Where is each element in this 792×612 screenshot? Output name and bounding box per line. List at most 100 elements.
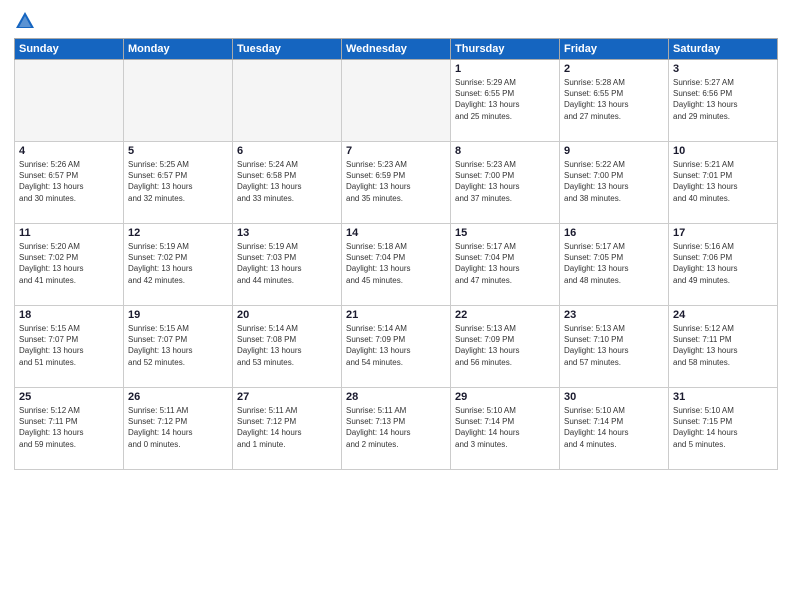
day-info: Sunrise: 5:10 AM Sunset: 7:14 PM Dayligh…: [455, 405, 555, 450]
calendar-cell: 19Sunrise: 5:15 AM Sunset: 7:07 PM Dayli…: [124, 306, 233, 388]
calendar-cell: 25 Sunrise: 5:12 AM Sunset: 7:11 PM Dayli…: [15, 388, 124, 470]
day-info: Sunrise: 5:12 AM Sunset: 7:11 PM Dayligh…: [19, 405, 119, 450]
calendar-cell: [342, 60, 451, 142]
calendar-week-row: 18 Sunrise: 5:15 AM Sunset: 7:07 PM Dayli…: [15, 306, 778, 388]
day-info: Sunrise: 5:29 AM Sunset: 6:55 PM Dayligh…: [455, 77, 555, 122]
day-info: Sunrise: 5:17 AM Sunset: 7:05 PM Dayligh…: [564, 241, 664, 286]
calendar-cell: [124, 60, 233, 142]
calendar-cell: 23Sunrise: 5:13 AM Sunset: 7:10 PM Dayli…: [560, 306, 669, 388]
calendar-cell: 1 Sunrise: 5:29 AM Sunset: 6:55 PM Daylig…: [451, 60, 560, 142]
calendar-table: SundayMondayTuesdayWednesdayThursdayFrid…: [14, 38, 778, 470]
calendar-cell: 28 Sunrise: 5:11 AM Sunset: 7:13 PM Dayli…: [342, 388, 451, 470]
calendar-page: SundayMondayTuesdayWednesdayThursdayFrid…: [0, 0, 792, 612]
calendar-cell: 13 Sunrise: 5:19 AM Sunset: 7:03 PM Dayli…: [233, 224, 342, 306]
calendar-week-row: 25 Sunrise: 5:12 AM Sunset: 7:11 PM Dayli…: [15, 388, 778, 470]
day-number: 13: [237, 227, 337, 239]
day-number: 4: [19, 145, 119, 157]
day-info: Sunrise: 5:28 AM Sunset: 6:55 PM Dayligh…: [564, 77, 664, 122]
day-number: 6: [237, 145, 337, 157]
weekday-header: Saturday: [669, 39, 778, 60]
weekday-header: Wednesday: [342, 39, 451, 60]
calendar-week-row: 1 Sunrise: 5:29 AM Sunset: 6:55 PM Daylig…: [15, 60, 778, 142]
logo-icon: [14, 10, 36, 32]
day-info: Sunrise: 5:18 AM Sunset: 7:04 PM Dayligh…: [346, 241, 446, 286]
calendar-cell: 26 Sunrise: 5:11 AM Sunset: 7:12 PM Dayli…: [124, 388, 233, 470]
day-number: 30: [564, 391, 664, 403]
calendar-cell: 14 Sunrise: 5:18 AM Sunset: 7:04 PM Dayli…: [342, 224, 451, 306]
day-number: 29: [455, 391, 555, 403]
calendar-cell: 20 Sunrise: 5:14 AM Sunset: 7:08 PM Dayli…: [233, 306, 342, 388]
day-number: 15: [455, 227, 555, 239]
calendar-cell: 7Sunrise: 5:23 AM Sunset: 6:59 PM Daylig…: [342, 142, 451, 224]
calendar-cell: 27Sunrise: 5:11 AM Sunset: 7:12 PM Dayli…: [233, 388, 342, 470]
weekday-header: Sunday: [15, 39, 124, 60]
day-info: Sunrise: 5:10 AM Sunset: 7:15 PM Dayligh…: [673, 405, 773, 450]
day-number: 21: [346, 309, 446, 321]
day-info: Sunrise: 5:12 AM Sunset: 7:11 PM Dayligh…: [673, 323, 773, 368]
day-number: 11: [19, 227, 119, 239]
calendar-cell: 15 Sunrise: 5:17 AM Sunset: 7:04 PM Dayli…: [451, 224, 560, 306]
calendar-cell: 9 Sunrise: 5:22 AM Sunset: 7:00 PM Daylig…: [560, 142, 669, 224]
day-info: Sunrise: 5:13 AM Sunset: 7:09 PM Dayligh…: [455, 323, 555, 368]
day-info: Sunrise: 5:11 AM Sunset: 7:12 PM Dayligh…: [128, 405, 228, 450]
day-number: 14: [346, 227, 446, 239]
day-info: Sunrise: 5:24 AM Sunset: 6:58 PM Dayligh…: [237, 159, 337, 204]
day-number: 31: [673, 391, 773, 403]
weekday-header: Friday: [560, 39, 669, 60]
day-number: 9: [564, 145, 664, 157]
day-info: Sunrise: 5:14 AM Sunset: 7:08 PM Dayligh…: [237, 323, 337, 368]
calendar-cell: 3Sunrise: 5:27 AM Sunset: 6:56 PM Daylig…: [669, 60, 778, 142]
day-number: 17: [673, 227, 773, 239]
day-number: 10: [673, 145, 773, 157]
day-number: 2: [564, 63, 664, 75]
day-number: 18: [19, 309, 119, 321]
calendar-cell: 8Sunrise: 5:23 AM Sunset: 7:00 PM Daylig…: [451, 142, 560, 224]
calendar-cell: 21 Sunrise: 5:14 AM Sunset: 7:09 PM Dayli…: [342, 306, 451, 388]
calendar-week-row: 11Sunrise: 5:20 AM Sunset: 7:02 PM Dayli…: [15, 224, 778, 306]
calendar-body: 1 Sunrise: 5:29 AM Sunset: 6:55 PM Daylig…: [15, 60, 778, 470]
day-number: 24: [673, 309, 773, 321]
weekday-header: Tuesday: [233, 39, 342, 60]
page-header: [14, 10, 778, 32]
calendar-cell: [233, 60, 342, 142]
calendar-cell: 10 Sunrise: 5:21 AM Sunset: 7:01 PM Dayli…: [669, 142, 778, 224]
day-number: 19: [128, 309, 228, 321]
day-info: Sunrise: 5:19 AM Sunset: 7:02 PM Dayligh…: [128, 241, 228, 286]
day-number: 20: [237, 309, 337, 321]
calendar-cell: 24 Sunrise: 5:12 AM Sunset: 7:11 PM Dayli…: [669, 306, 778, 388]
day-number: 3: [673, 63, 773, 75]
day-number: 12: [128, 227, 228, 239]
day-number: 22: [455, 309, 555, 321]
day-info: Sunrise: 5:10 AM Sunset: 7:14 PM Dayligh…: [564, 405, 664, 450]
day-number: 16: [564, 227, 664, 239]
day-number: 26: [128, 391, 228, 403]
day-info: Sunrise: 5:15 AM Sunset: 7:07 PM Dayligh…: [19, 323, 119, 368]
calendar-cell: 31 Sunrise: 5:10 AM Sunset: 7:15 PM Dayli…: [669, 388, 778, 470]
day-info: Sunrise: 5:22 AM Sunset: 7:00 PM Dayligh…: [564, 159, 664, 204]
day-number: 23: [564, 309, 664, 321]
day-info: Sunrise: 5:23 AM Sunset: 6:59 PM Dayligh…: [346, 159, 446, 204]
calendar-cell: 6 Sunrise: 5:24 AM Sunset: 6:58 PM Daylig…: [233, 142, 342, 224]
calendar-cell: 11Sunrise: 5:20 AM Sunset: 7:02 PM Dayli…: [15, 224, 124, 306]
logo: [14, 10, 38, 32]
day-info: Sunrise: 5:16 AM Sunset: 7:06 PM Dayligh…: [673, 241, 773, 286]
day-info: Sunrise: 5:11 AM Sunset: 7:13 PM Dayligh…: [346, 405, 446, 450]
calendar-cell: [15, 60, 124, 142]
calendar-cell: 30 Sunrise: 5:10 AM Sunset: 7:14 PM Dayli…: [560, 388, 669, 470]
weekday-header: Thursday: [451, 39, 560, 60]
day-number: 28: [346, 391, 446, 403]
day-info: Sunrise: 5:19 AM Sunset: 7:03 PM Dayligh…: [237, 241, 337, 286]
day-info: Sunrise: 5:23 AM Sunset: 7:00 PM Dayligh…: [455, 159, 555, 204]
day-number: 25: [19, 391, 119, 403]
calendar-cell: 18 Sunrise: 5:15 AM Sunset: 7:07 PM Dayli…: [15, 306, 124, 388]
day-info: Sunrise: 5:17 AM Sunset: 7:04 PM Dayligh…: [455, 241, 555, 286]
calendar-cell: 12 Sunrise: 5:19 AM Sunset: 7:02 PM Dayli…: [124, 224, 233, 306]
day-info: Sunrise: 5:14 AM Sunset: 7:09 PM Dayligh…: [346, 323, 446, 368]
day-info: Sunrise: 5:21 AM Sunset: 7:01 PM Dayligh…: [673, 159, 773, 204]
calendar-week-row: 4Sunrise: 5:26 AM Sunset: 6:57 PM Daylig…: [15, 142, 778, 224]
day-number: 1: [455, 63, 555, 75]
calendar-header: SundayMondayTuesdayWednesdayThursdayFrid…: [15, 39, 778, 60]
day-number: 5: [128, 145, 228, 157]
calendar-cell: 22 Sunrise: 5:13 AM Sunset: 7:09 PM Dayli…: [451, 306, 560, 388]
day-info: Sunrise: 5:11 AM Sunset: 7:12 PM Dayligh…: [237, 405, 337, 450]
